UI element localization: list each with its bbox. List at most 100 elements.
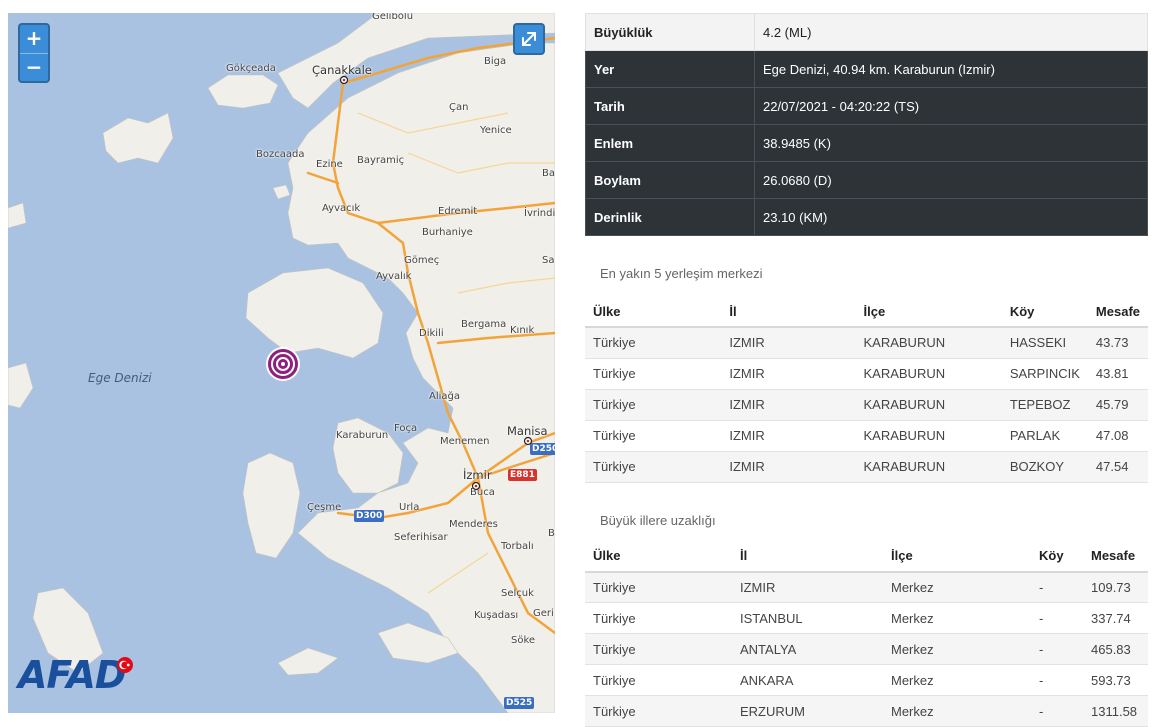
table-cell: KARABURUN <box>855 389 1001 420</box>
place-label: Ezine <box>316 159 343 170</box>
table-row: Türkiye ANTALYA Merkez - 465.83 <box>585 634 1148 665</box>
place-label: B <box>548 528 555 539</box>
place-label: Ayvacık <box>322 203 360 214</box>
table-row: Türkiye IZMIR KARABURUN BOZKOY 47.54 <box>585 451 1148 482</box>
table-row: Türkiye IZMIR KARABURUN SARPINCIK 43.81 <box>585 358 1148 389</box>
table-cell: - <box>1031 572 1083 603</box>
table-row: Türkiye IZMIR Merkez - 109.73 <box>585 572 1148 603</box>
table-cell: 337.74 <box>1083 603 1148 634</box>
turkish-flag-icon <box>116 656 134 674</box>
table-cell: Türkiye <box>585 389 721 420</box>
table-cell: Türkiye <box>585 696 732 727</box>
afad-logo: AFAD <box>18 653 125 697</box>
place-label: Urla <box>399 502 419 513</box>
place-label: Torbalı <box>501 541 534 552</box>
fullscreen-button[interactable] <box>513 23 545 55</box>
table-header-row: Ülke İl İlçe Köy Mesafe <box>585 541 1148 572</box>
table-cell: Merkez <box>883 665 1031 696</box>
major-cities-distance-table: Ülke İl İlçe Köy Mesafe Türkiye IZMIR Me… <box>585 541 1148 727</box>
detail-value: 26.0680 (D) <box>755 162 1148 199</box>
column-header: İl <box>721 296 855 327</box>
place-label: Gelibolu <box>372 13 413 22</box>
nearest-settlements-table: Ülke İl İlçe Köy Mesafe Türkiye IZMIR KA… <box>585 296 1148 483</box>
table-cell: Merkez <box>883 603 1031 634</box>
place-label: Selçuk <box>501 588 534 599</box>
zoom-control: + − <box>18 23 50 83</box>
major-cities-title: Büyük illere uzaklığı <box>585 513 1148 537</box>
table-cell: 109.73 <box>1083 572 1148 603</box>
table-cell: 45.79 <box>1088 389 1148 420</box>
column-header: Ülke <box>585 541 732 572</box>
place-label: Çan <box>449 102 468 113</box>
place-label: Karaburun <box>336 430 388 441</box>
table-cell: 43.73 <box>1088 327 1148 358</box>
place-label: Bergama <box>461 319 506 330</box>
place-label: Menemen <box>440 436 490 447</box>
detail-value: Ege Denizi, 40.94 km. Karaburun (Izmir) <box>755 51 1148 88</box>
earthquake-map[interactable]: Gelibolu Çanakkale Gökçeada Biga Çan Yen… <box>8 13 555 713</box>
road-shield: E881 <box>508 469 537 481</box>
place-label: Burhaniye <box>422 227 473 238</box>
place-label: Biga <box>484 56 506 67</box>
table-cell: BOZKOY <box>1002 451 1088 482</box>
column-header: İlçe <box>883 541 1031 572</box>
place-label: Menderes <box>449 519 498 530</box>
table-cell: - <box>1031 603 1083 634</box>
place-label: İvrindi <box>524 208 555 219</box>
place-label: Ayvalık <box>376 271 411 282</box>
table-cell: Türkiye <box>585 420 721 451</box>
detail-row-date: Tarih 22/07/2021 - 04:20:22 (TS) <box>586 88 1148 125</box>
table-cell: IZMIR <box>721 389 855 420</box>
table-row: Türkiye IZMIR KARABURUN HASSEKI 43.73 <box>585 327 1148 358</box>
place-label: Foça <box>394 423 417 434</box>
zoom-out-button[interactable]: − <box>20 53 48 81</box>
table-cell: IZMIR <box>721 327 855 358</box>
table-cell: 47.54 <box>1088 451 1148 482</box>
place-label: Gökçeada <box>226 63 276 74</box>
table-cell: IZMIR <box>721 451 855 482</box>
place-label: Çeşme <box>307 502 341 513</box>
detail-value: 23.10 (KM) <box>755 199 1148 236</box>
table-cell: IZMIR <box>732 572 883 603</box>
table-cell: KARABURUN <box>855 327 1001 358</box>
detail-row-location: Yer Ege Denizi, 40.94 km. Karaburun (Izm… <box>586 51 1148 88</box>
table-cell: 47.08 <box>1088 420 1148 451</box>
table-cell: KARABURUN <box>855 451 1001 482</box>
table-header-row: Ülke İl İlçe Köy Mesafe <box>585 296 1148 327</box>
place-label: Aliağa <box>429 391 460 402</box>
table-cell: SARPINCIK <box>1002 358 1088 389</box>
table-cell: Türkiye <box>585 634 732 665</box>
table-cell: HASSEKI <box>1002 327 1088 358</box>
detail-row-depth: Derinlik 23.10 (KM) <box>586 199 1148 236</box>
place-label: İzmir <box>463 468 492 482</box>
place-label: Seferihisar <box>394 532 448 543</box>
table-cell: Türkiye <box>585 665 732 696</box>
zoom-in-button[interactable]: + <box>20 25 48 53</box>
sea-label: Ege Denizi <box>88 371 152 385</box>
table-cell: IZMIR <box>721 420 855 451</box>
table-cell: Türkiye <box>585 451 721 482</box>
city-marker-icon <box>523 436 533 446</box>
column-header: Köy <box>1031 541 1083 572</box>
table-cell: IZMIR <box>721 358 855 389</box>
table-row: Türkiye IZMIR KARABURUN TEPEBOZ 45.79 <box>585 389 1148 420</box>
place-label: Kınık <box>510 325 534 336</box>
city-marker-icon <box>339 75 349 85</box>
table-cell: 43.81 <box>1088 358 1148 389</box>
table-cell: ANKARA <box>732 665 883 696</box>
table-cell: Merkez <box>883 572 1031 603</box>
detail-label: Derinlik <box>586 199 755 236</box>
table-cell: KARABURUN <box>855 420 1001 451</box>
table-row: Türkiye ISTANBUL Merkez - 337.74 <box>585 603 1148 634</box>
column-header: Mesafe <box>1088 296 1148 327</box>
table-row: Türkiye ERZURUM Merkez - 1311.58 <box>585 696 1148 727</box>
place-label: Ba <box>542 168 555 179</box>
detail-label: Tarih <box>586 88 755 125</box>
table-cell: Türkiye <box>585 358 721 389</box>
column-header: Ülke <box>585 296 721 327</box>
table-row: Türkiye ANKARA Merkez - 593.73 <box>585 665 1148 696</box>
place-label: Yenice <box>480 125 512 136</box>
epicenter-marker-icon[interactable] <box>265 346 301 382</box>
table-cell: - <box>1031 696 1083 727</box>
column-header: Mesafe <box>1083 541 1148 572</box>
